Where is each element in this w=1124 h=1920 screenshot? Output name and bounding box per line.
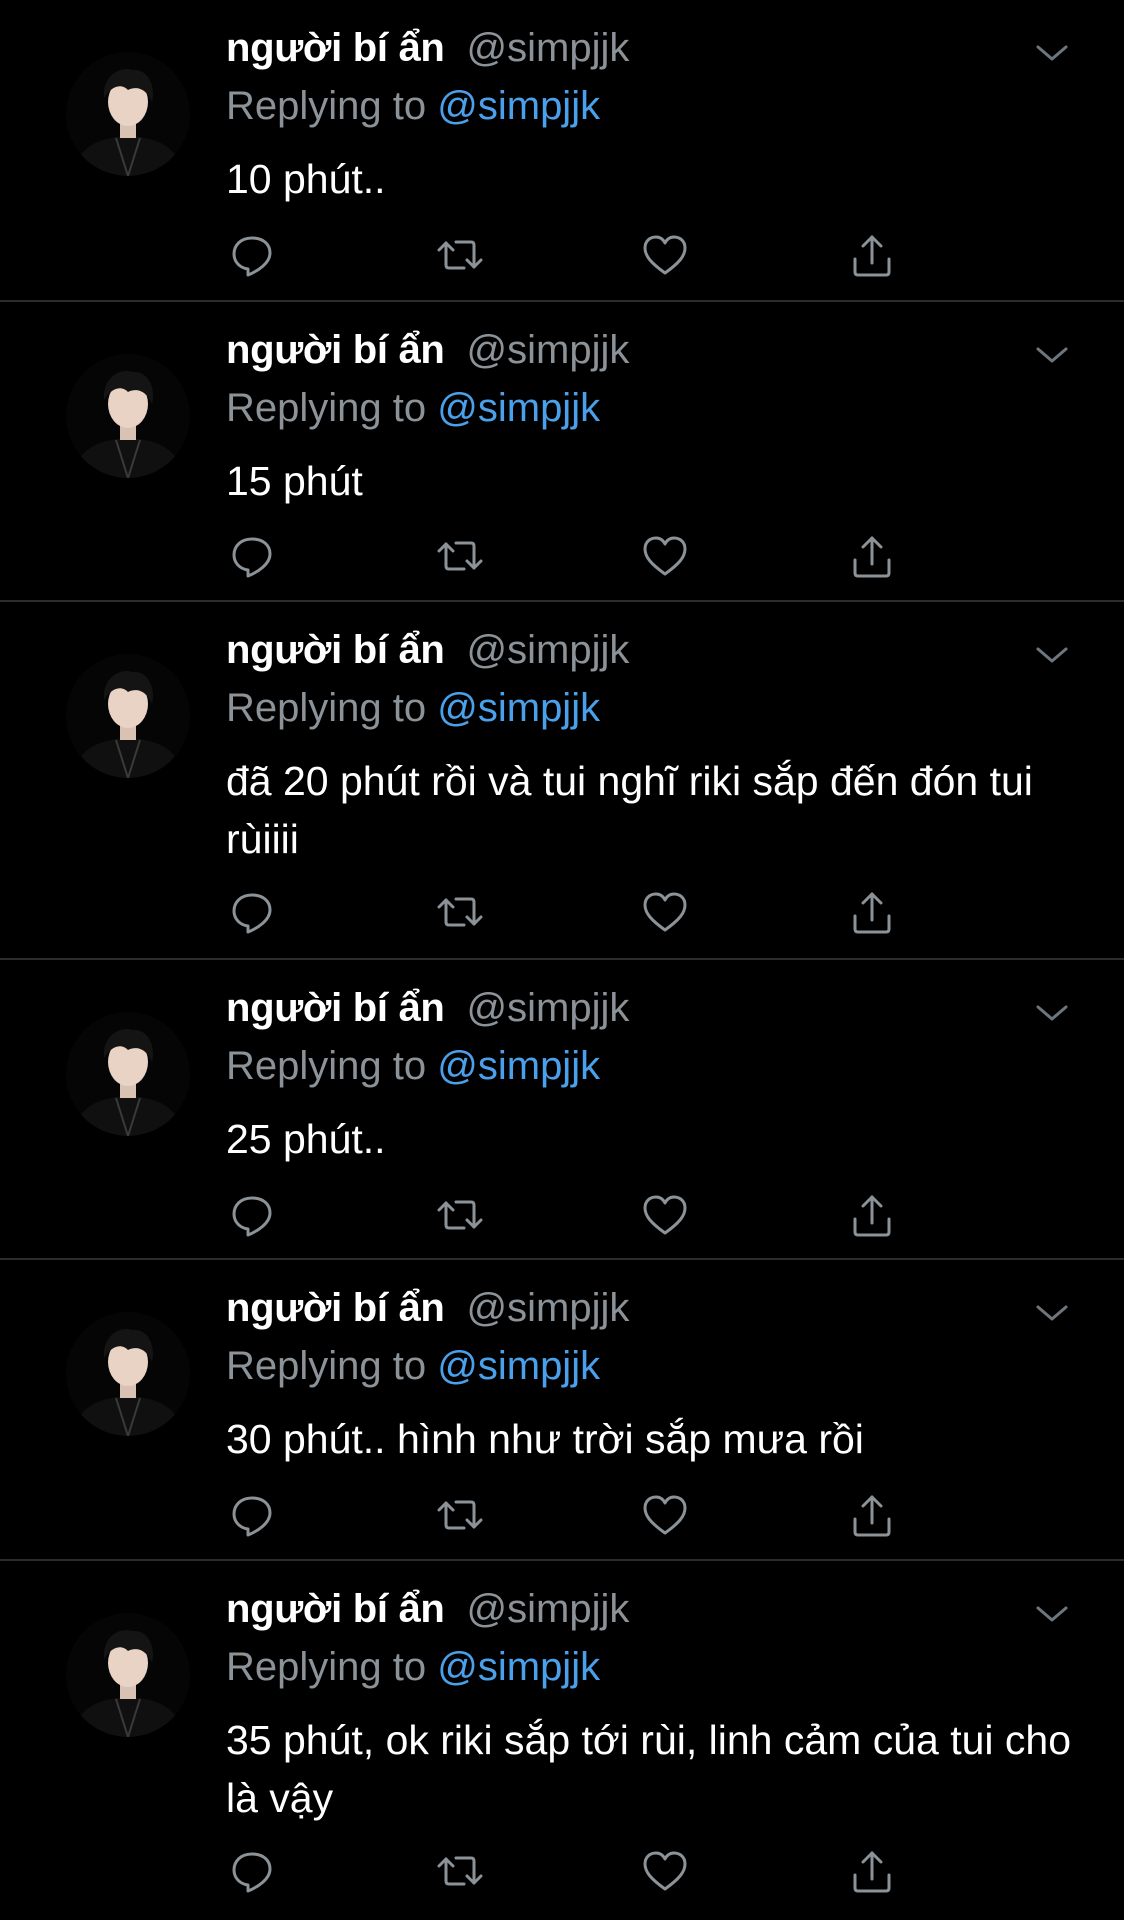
- retweet-icon[interactable]: [434, 1189, 486, 1241]
- replying-to-handle[interactable]: @simpjjk: [437, 686, 600, 730]
- tweet[interactable]: người bí ẩn @simpjjk Replying to @simpjj…: [0, 960, 1124, 1260]
- replying-to-handle[interactable]: @simpjjk: [437, 386, 600, 430]
- retweet-icon[interactable]: [434, 1845, 486, 1897]
- heart-icon[interactable]: [639, 530, 691, 582]
- share-icon[interactable]: [846, 229, 898, 281]
- heart-icon[interactable]: [639, 229, 691, 281]
- share-icon[interactable]: [846, 530, 898, 582]
- replying-to-handle[interactable]: @simpjjk: [437, 1344, 600, 1388]
- retweet-icon[interactable]: [434, 229, 486, 281]
- tweet-text: 25 phút..: [226, 1116, 386, 1162]
- replying-to: Replying to @simpjjk: [226, 1344, 600, 1389]
- replying-to-handle[interactable]: @simpjjk: [437, 84, 600, 128]
- avatar[interactable]: [66, 1312, 190, 1436]
- replying-to-handle[interactable]: @simpjjk: [437, 1645, 600, 1689]
- replying-to: Replying to @simpjjk: [226, 1044, 600, 1089]
- tweet-text: 30 phút.. hình như trời sắp mưa rồi: [226, 1416, 864, 1462]
- reply-icon[interactable]: [226, 886, 278, 938]
- tweet-header: người bí ẩn @simpjjk: [226, 26, 629, 86]
- reply-icon[interactable]: [226, 530, 278, 582]
- display-name[interactable]: người bí ẩn: [226, 1587, 445, 1632]
- retweet-icon[interactable]: [434, 886, 486, 938]
- tweet-text: 35 phút, ok riki sắp tới rùi, linh cảm c…: [226, 1717, 1072, 1821]
- replying-to-handle[interactable]: @simpjjk: [437, 1044, 600, 1088]
- heart-icon[interactable]: [639, 1489, 691, 1541]
- display-name[interactable]: người bí ẩn: [226, 986, 445, 1031]
- tweet-header: người bí ẩn @simpjjk: [226, 628, 629, 688]
- replying-to: Replying to @simpjjk: [226, 386, 600, 431]
- tweet-header: người bí ẩn @simpjjk: [226, 986, 629, 1046]
- reply-icon[interactable]: [226, 1845, 278, 1897]
- user-handle[interactable]: @simpjjk: [467, 628, 630, 673]
- tweet-header: người bí ẩn @simpjjk: [226, 1286, 629, 1346]
- tweet[interactable]: người bí ẩn @simpjjk Replying to @simpjj…: [0, 602, 1124, 960]
- user-handle[interactable]: @simpjjk: [467, 1587, 630, 1632]
- display-name[interactable]: người bí ẩn: [226, 328, 445, 373]
- avatar[interactable]: [66, 354, 190, 478]
- display-name[interactable]: người bí ẩn: [226, 1286, 445, 1331]
- reply-icon[interactable]: [226, 1489, 278, 1541]
- chevron-down-icon[interactable]: [1032, 1298, 1072, 1328]
- replying-to: Replying to @simpjjk: [226, 1645, 600, 1690]
- share-icon[interactable]: [846, 886, 898, 938]
- chevron-down-icon[interactable]: [1032, 998, 1072, 1028]
- chevron-down-icon[interactable]: [1032, 340, 1072, 370]
- tweet-actions: [0, 886, 1124, 938]
- avatar[interactable]: [66, 1012, 190, 1136]
- chevron-down-icon[interactable]: [1032, 1599, 1072, 1629]
- user-handle[interactable]: @simpjjk: [467, 328, 630, 373]
- display-name[interactable]: người bí ẩn: [226, 26, 445, 71]
- heart-icon[interactable]: [639, 1845, 691, 1897]
- reply-icon[interactable]: [226, 229, 278, 281]
- tweet-actions: [0, 1189, 1124, 1241]
- tweet[interactable]: người bí ẩn @simpjjk Replying to @simpjj…: [0, 1260, 1124, 1561]
- avatar[interactable]: [66, 1613, 190, 1737]
- replying-to-label: Replying to: [226, 1645, 427, 1689]
- tweet-actions: [0, 1489, 1124, 1541]
- replying-to: Replying to @simpjjk: [226, 686, 600, 731]
- tweet-actions: [0, 1845, 1124, 1897]
- tweet[interactable]: người bí ẩn @simpjjk Replying to @simpjj…: [0, 0, 1124, 302]
- heart-icon[interactable]: [639, 1189, 691, 1241]
- display-name[interactable]: người bí ẩn: [226, 628, 445, 673]
- tweet-header: người bí ẩn @simpjjk: [226, 328, 629, 388]
- reply-icon[interactable]: [226, 1189, 278, 1241]
- avatar[interactable]: [66, 52, 190, 176]
- tweet-actions: [0, 530, 1124, 582]
- tweet-text: 15 phút: [226, 458, 363, 504]
- share-icon[interactable]: [846, 1189, 898, 1241]
- user-handle[interactable]: @simpjjk: [467, 1286, 630, 1331]
- tweet-header: người bí ẩn @simpjjk: [226, 1587, 629, 1647]
- replying-to-label: Replying to: [226, 1044, 427, 1088]
- tweet-text: đã 20 phút rồi và tui nghĩ riki sắp đến …: [226, 758, 1033, 862]
- avatar[interactable]: [66, 654, 190, 778]
- replying-to-label: Replying to: [226, 686, 427, 730]
- replying-to-label: Replying to: [226, 84, 427, 128]
- chevron-down-icon[interactable]: [1032, 640, 1072, 670]
- tweet-actions: [0, 229, 1124, 281]
- tweet[interactable]: người bí ẩn @simpjjk Replying to @simpjj…: [0, 1561, 1124, 1920]
- retweet-icon[interactable]: [434, 1489, 486, 1541]
- replying-to-label: Replying to: [226, 1344, 427, 1388]
- tweet[interactable]: người bí ẩn @simpjjk Replying to @simpjj…: [0, 302, 1124, 602]
- user-handle[interactable]: @simpjjk: [467, 986, 630, 1031]
- retweet-icon[interactable]: [434, 530, 486, 582]
- share-icon[interactable]: [846, 1845, 898, 1897]
- share-icon[interactable]: [846, 1489, 898, 1541]
- tweet-text: 10 phút..: [226, 156, 386, 202]
- replying-to-label: Replying to: [226, 386, 427, 430]
- replying-to: Replying to @simpjjk: [226, 84, 600, 129]
- reply-thread: người bí ẩn @simpjjk Replying to @simpjj…: [0, 0, 1124, 1920]
- heart-icon[interactable]: [639, 886, 691, 938]
- chevron-down-icon[interactable]: [1032, 38, 1072, 68]
- user-handle[interactable]: @simpjjk: [467, 26, 630, 71]
